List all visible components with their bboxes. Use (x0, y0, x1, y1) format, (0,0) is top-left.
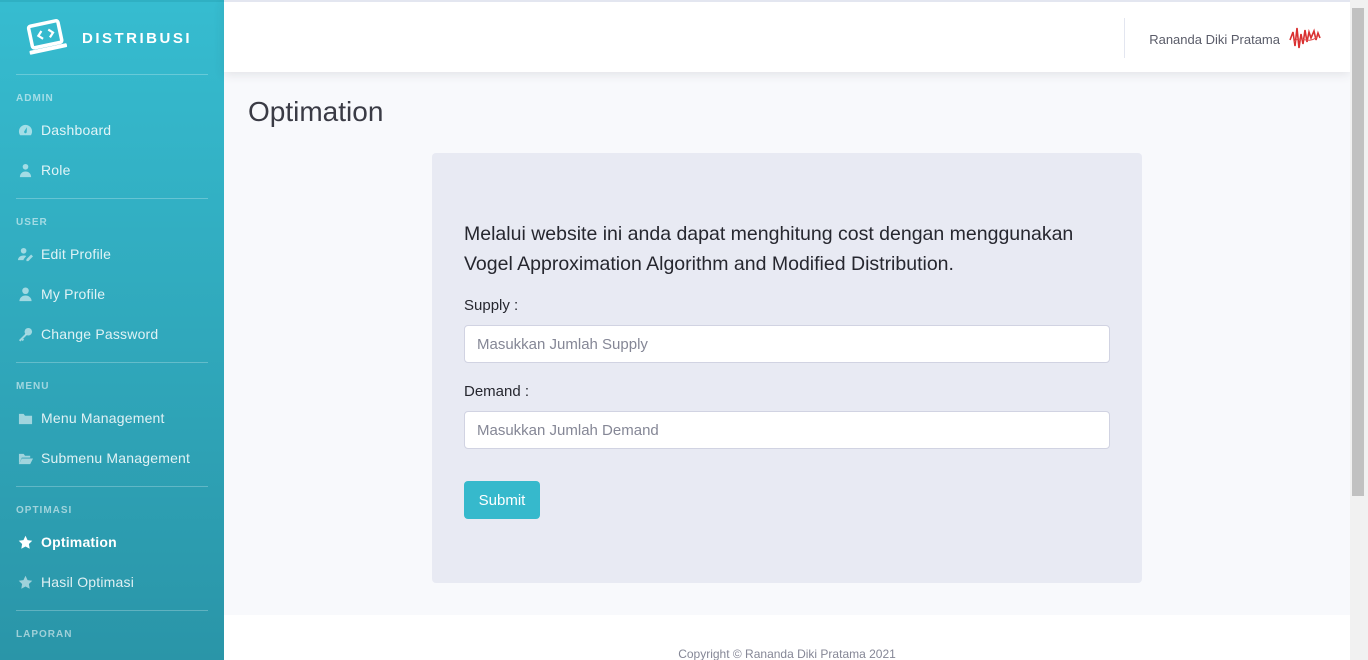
optimation-card: Melalui website ini anda dapat menghitun… (432, 153, 1142, 583)
sidebar-item-change-password[interactable]: Change Password (0, 314, 224, 354)
sidebar-item-submenu-management[interactable]: Submenu Management (0, 438, 224, 478)
key-icon (17, 326, 33, 342)
folder-icon (17, 410, 33, 426)
sidebar-item-label: Change Password (41, 326, 159, 342)
sidebar-item-label: Submenu Management (41, 450, 191, 466)
sidebar-item-label: Role (41, 162, 71, 178)
sidebar-heading-admin: ADMIN (16, 93, 54, 104)
sidebar-item-label: Edit Profile (41, 246, 112, 262)
supply-label: Supply : (464, 297, 519, 314)
user-tie-icon (17, 162, 33, 178)
laptop-code-icon (26, 19, 68, 55)
user-edit-icon (17, 246, 33, 262)
submit-button[interactable]: Submit (464, 481, 540, 519)
user-icon (17, 286, 33, 302)
star-icon (17, 574, 33, 590)
topbar: Rananda Diki Pratama (224, 0, 1350, 72)
sidebar-item-label: My Profile (41, 286, 106, 302)
demand-label: Demand : (464, 383, 530, 400)
star-icon (17, 534, 33, 550)
sidebar-item-dashboard[interactable]: Dashboard (0, 110, 224, 150)
sidebar-heading-menu: MENU (16, 381, 50, 392)
sidebar-heading-laporan: LAPORAN (16, 629, 73, 640)
sidebar-item-label: Menu Management (41, 410, 165, 426)
footer: Copyright © Rananda Diki Pratama 2021 (224, 615, 1350, 660)
sidebar-item-optimation[interactable]: Optimation (0, 522, 224, 562)
sidebar-item-label: Optimation (41, 534, 117, 550)
sidebar-item-hasil-optimasi[interactable]: Hasil Optimasi (0, 562, 224, 602)
folder-open-icon (17, 450, 33, 466)
sidebar: DISTRIBUSI ADMIN Dashboard Role USER Edi… (0, 0, 224, 660)
intro-text: Melalui website ini anda dapat menghitun… (464, 223, 1074, 275)
sidebar-heading-user: USER (16, 217, 48, 228)
sidebar-item-label: Hasil Optimasi (41, 574, 135, 590)
user-avatar[interactable] (1288, 24, 1322, 52)
brand-name: DISTRIBUSI (82, 29, 193, 47)
supply-input[interactable] (464, 325, 1110, 363)
sidebar-item-edit-profile[interactable]: Edit Profile (0, 234, 224, 274)
sidebar-item-menu-management[interactable]: Menu Management (0, 398, 224, 438)
page-title: Optimation (248, 96, 384, 127)
tachometer-icon (17, 122, 33, 138)
sidebar-item-label: Dashboard (41, 122, 112, 138)
sidebar-item-my-profile[interactable]: My Profile (0, 274, 224, 314)
brand-link[interactable]: DISTRIBUSI (0, 2, 224, 74)
scrollbar-thumb[interactable] (1352, 8, 1364, 496)
scrollbar[interactable] (1350, 0, 1368, 660)
copyright-text: Copyright © Rananda Diki Pratama 2021 (678, 647, 896, 660)
user-name[interactable]: Rananda Diki Pratama (1149, 32, 1280, 47)
topbar-divider (1124, 18, 1125, 58)
demand-input[interactable] (464, 411, 1110, 449)
sidebar-heading-optimasi: OPTIMASI (16, 505, 73, 516)
sidebar-item-role[interactable]: Role (0, 150, 224, 190)
